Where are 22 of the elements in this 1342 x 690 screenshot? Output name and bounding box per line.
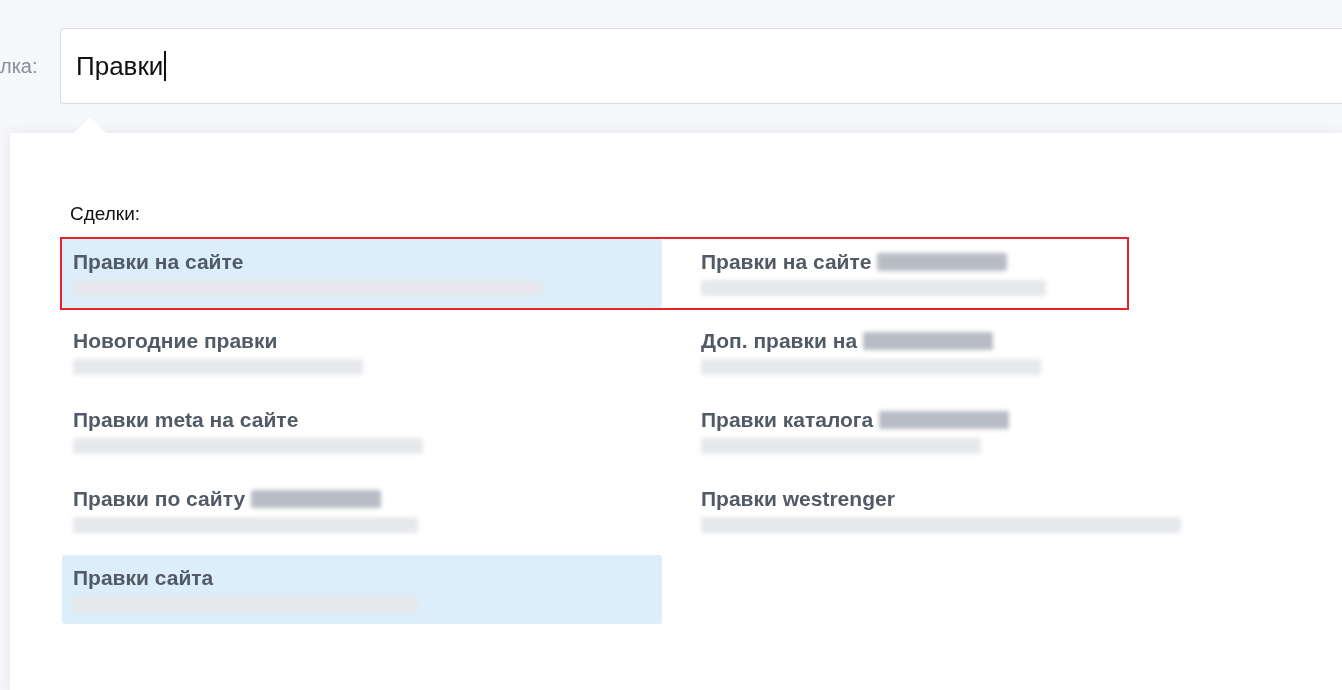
deal-title: Правки каталога [701,408,874,432]
dropdown-heading: Сделки: [70,203,142,225]
search-field[interactable]: Правки [60,28,1342,104]
text-caret [164,51,167,81]
deal-title: Правки на сайте [701,250,872,274]
search-label: лка: [0,54,39,78]
deal-item[interactable]: Правки westrenger [690,476,1192,545]
deal-title: Правки по сайту [73,487,246,511]
deal-item[interactable]: Правки каталога [690,397,1127,466]
deal-item[interactable]: Правки сайта [62,555,662,624]
deal-title: Правки westrenger [701,487,895,511]
deal-item[interactable]: Правки по сайту [62,476,662,545]
deal-title: Правки сайта [73,566,214,590]
deal-item[interactable]: Правки на сайте [62,239,662,308]
deal-title: Правки meta на сайте [73,408,299,432]
deal-item[interactable]: Правки на сайте [690,239,1127,308]
deal-title: Правки на сайте [73,250,244,274]
deal-title: Доп. правки на [701,329,858,353]
deal-item[interactable]: Доп. правки на [690,318,1127,387]
deal-title: Новогодние правки [73,329,278,353]
deal-item[interactable]: Правки meta на сайте [62,397,662,466]
deal-item[interactable]: Новогодние правки [62,318,662,387]
